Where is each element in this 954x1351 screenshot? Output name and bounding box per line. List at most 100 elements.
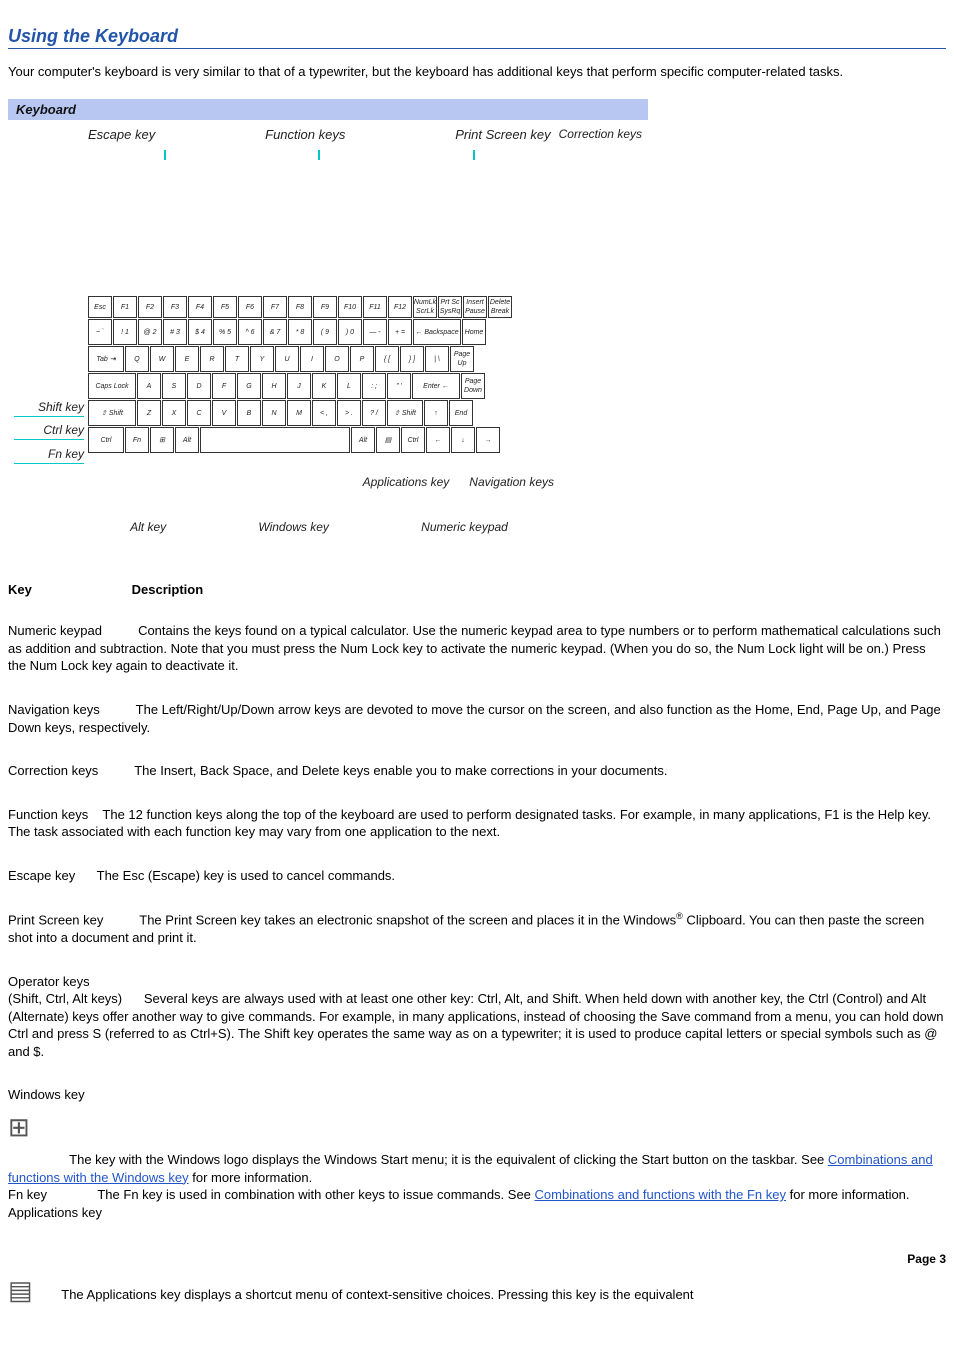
entry-desc-b: for more information. (189, 1170, 313, 1185)
entry-sub: (Shift, Ctrl, Alt keys) (8, 991, 122, 1006)
key-cap: $ 4 (188, 319, 212, 345)
label-windows-key: Windows key (258, 519, 329, 535)
entry-desc-fn-b: for more information. (786, 1187, 910, 1202)
key-cap: # 3 (163, 319, 187, 345)
key-cap: Y (250, 346, 274, 372)
label-ctrl: Ctrl key (14, 422, 84, 440)
key-cap: C (187, 400, 211, 426)
key-cap: U (275, 346, 299, 372)
key-cap: Delete Break (488, 296, 512, 318)
entry-key-fn: Fn key (8, 1187, 47, 1202)
key-cap: A (137, 373, 161, 399)
key-cap: Fn (125, 427, 149, 453)
entry-nav: Navigation keys The Left/Right/Up/Down a… (8, 701, 946, 736)
label-alt: Alt key (130, 519, 166, 535)
entry-key: Windows key (8, 1087, 85, 1102)
key-cap: Alt (175, 427, 199, 453)
entry-windows: Windows key ⊞ The key with the Windows l… (8, 1086, 946, 1314)
key-cap: F6 (238, 296, 262, 318)
apps-key-icon: ▤ (8, 1273, 33, 1308)
label-nav: Navigation keys (469, 474, 554, 490)
key-cap: > . (337, 400, 361, 426)
figure-caption: Keyboard (8, 99, 648, 121)
key-cap: Ctrl (88, 427, 124, 453)
key-cap: @ 2 (138, 319, 162, 345)
label-numeric: Numeric keypad (421, 519, 508, 535)
key-cap: W (150, 346, 174, 372)
key-cap: M (287, 400, 311, 426)
key-cap: Alt (351, 427, 375, 453)
key-cap: D (187, 373, 211, 399)
key-cap: ! 1 (113, 319, 137, 345)
entry-key: Correction keys (8, 763, 98, 778)
key-cap: Esc (88, 296, 112, 318)
key-cap: F1 (113, 296, 137, 318)
key-cap: { [ (375, 346, 399, 372)
key-cap: E (175, 346, 199, 372)
page-title: Using the Keyboard (8, 24, 946, 49)
key-cap: | \ (425, 346, 449, 372)
key-cap: ⇧ Shift (387, 400, 423, 426)
label-apps: Applications key (363, 474, 450, 490)
key-cap: ⊞ (150, 427, 174, 453)
col-desc: Description (132, 582, 204, 597)
key-cap: & 7 (263, 319, 287, 345)
key-cap: F7 (263, 296, 287, 318)
key-cap: H (262, 373, 286, 399)
key-cap: Tab ⇥ (88, 346, 124, 372)
key-cap: Insert Pause (463, 296, 487, 318)
label-function: Function keys (265, 126, 345, 144)
entry-key: Function keys (8, 807, 88, 822)
key-cap: L (337, 373, 361, 399)
link-fn-combos[interactable]: Combinations and functions with the Fn k… (535, 1187, 786, 1202)
key-cap: NumLk ScrLk (413, 296, 437, 318)
key-cap: F (212, 373, 236, 399)
key-cap: " ' (387, 373, 411, 399)
key-cap: R (200, 346, 224, 372)
entry-desc: The Print Screen key takes an electronic… (139, 913, 676, 928)
key-cap: X (162, 400, 186, 426)
key-cap: ~ ` (88, 319, 112, 345)
key-cap: — - (363, 319, 387, 345)
entry-operator: Operator keys (Shift, Ctrl, Alt keys) Se… (8, 973, 946, 1061)
entry-desc: The Left/Right/Up/Down arrow keys are de… (8, 702, 941, 735)
key-cap: K (312, 373, 336, 399)
entry-desc-apps: The Applications key displays a shortcut… (61, 1287, 693, 1302)
key-cap: Prt Sc SysRq (438, 296, 462, 318)
key-cap: F9 (313, 296, 337, 318)
key-cap: G (237, 373, 261, 399)
key-cap: O (325, 346, 349, 372)
key-cap: ↑ (424, 400, 448, 426)
key-cap: F3 (163, 296, 187, 318)
key-cap: : ; (362, 373, 386, 399)
key-cap: End (449, 400, 473, 426)
key-cap: Caps Lock (88, 373, 136, 399)
key-cap: S (162, 373, 186, 399)
key-cap: < , (312, 400, 336, 426)
key-cap: + = (388, 319, 412, 345)
keyboard-figure: Keyboard Escape key Function keys Print … (8, 99, 648, 545)
entry-numeric: Numeric keypad Contains the keys found o… (8, 622, 946, 675)
key-cap: Q (125, 346, 149, 372)
label-shift: Shift key (14, 399, 84, 417)
key-cap: F4 (188, 296, 212, 318)
entry-desc-fn: The Fn key is used in combination with o… (97, 1187, 534, 1202)
entry-desc: The Insert, Back Space, and Delete keys … (134, 763, 667, 778)
key-cap: F10 (338, 296, 362, 318)
key-cap: J (287, 373, 311, 399)
key-cap: T (225, 346, 249, 372)
windows-logo-icon: ⊞ (8, 1110, 30, 1145)
key-cap: P (350, 346, 374, 372)
page-number: Page 3 (8, 1251, 946, 1267)
key-cap: N (262, 400, 286, 426)
entry-desc: The 12 function keys along the top of th… (8, 807, 931, 840)
key-cap: ← Backspace (413, 319, 461, 345)
key-cap: → (476, 427, 500, 453)
entry-desc: Contains the keys found on a typical cal… (8, 623, 941, 673)
key-cap: } ] (400, 346, 424, 372)
key-cap: ▤ (376, 427, 400, 453)
label-fn: Fn key (14, 446, 84, 464)
entry-key: Operator keys (8, 974, 90, 989)
key-cap: ← (426, 427, 450, 453)
intro-text: Your computer's keyboard is very similar… (8, 63, 946, 81)
